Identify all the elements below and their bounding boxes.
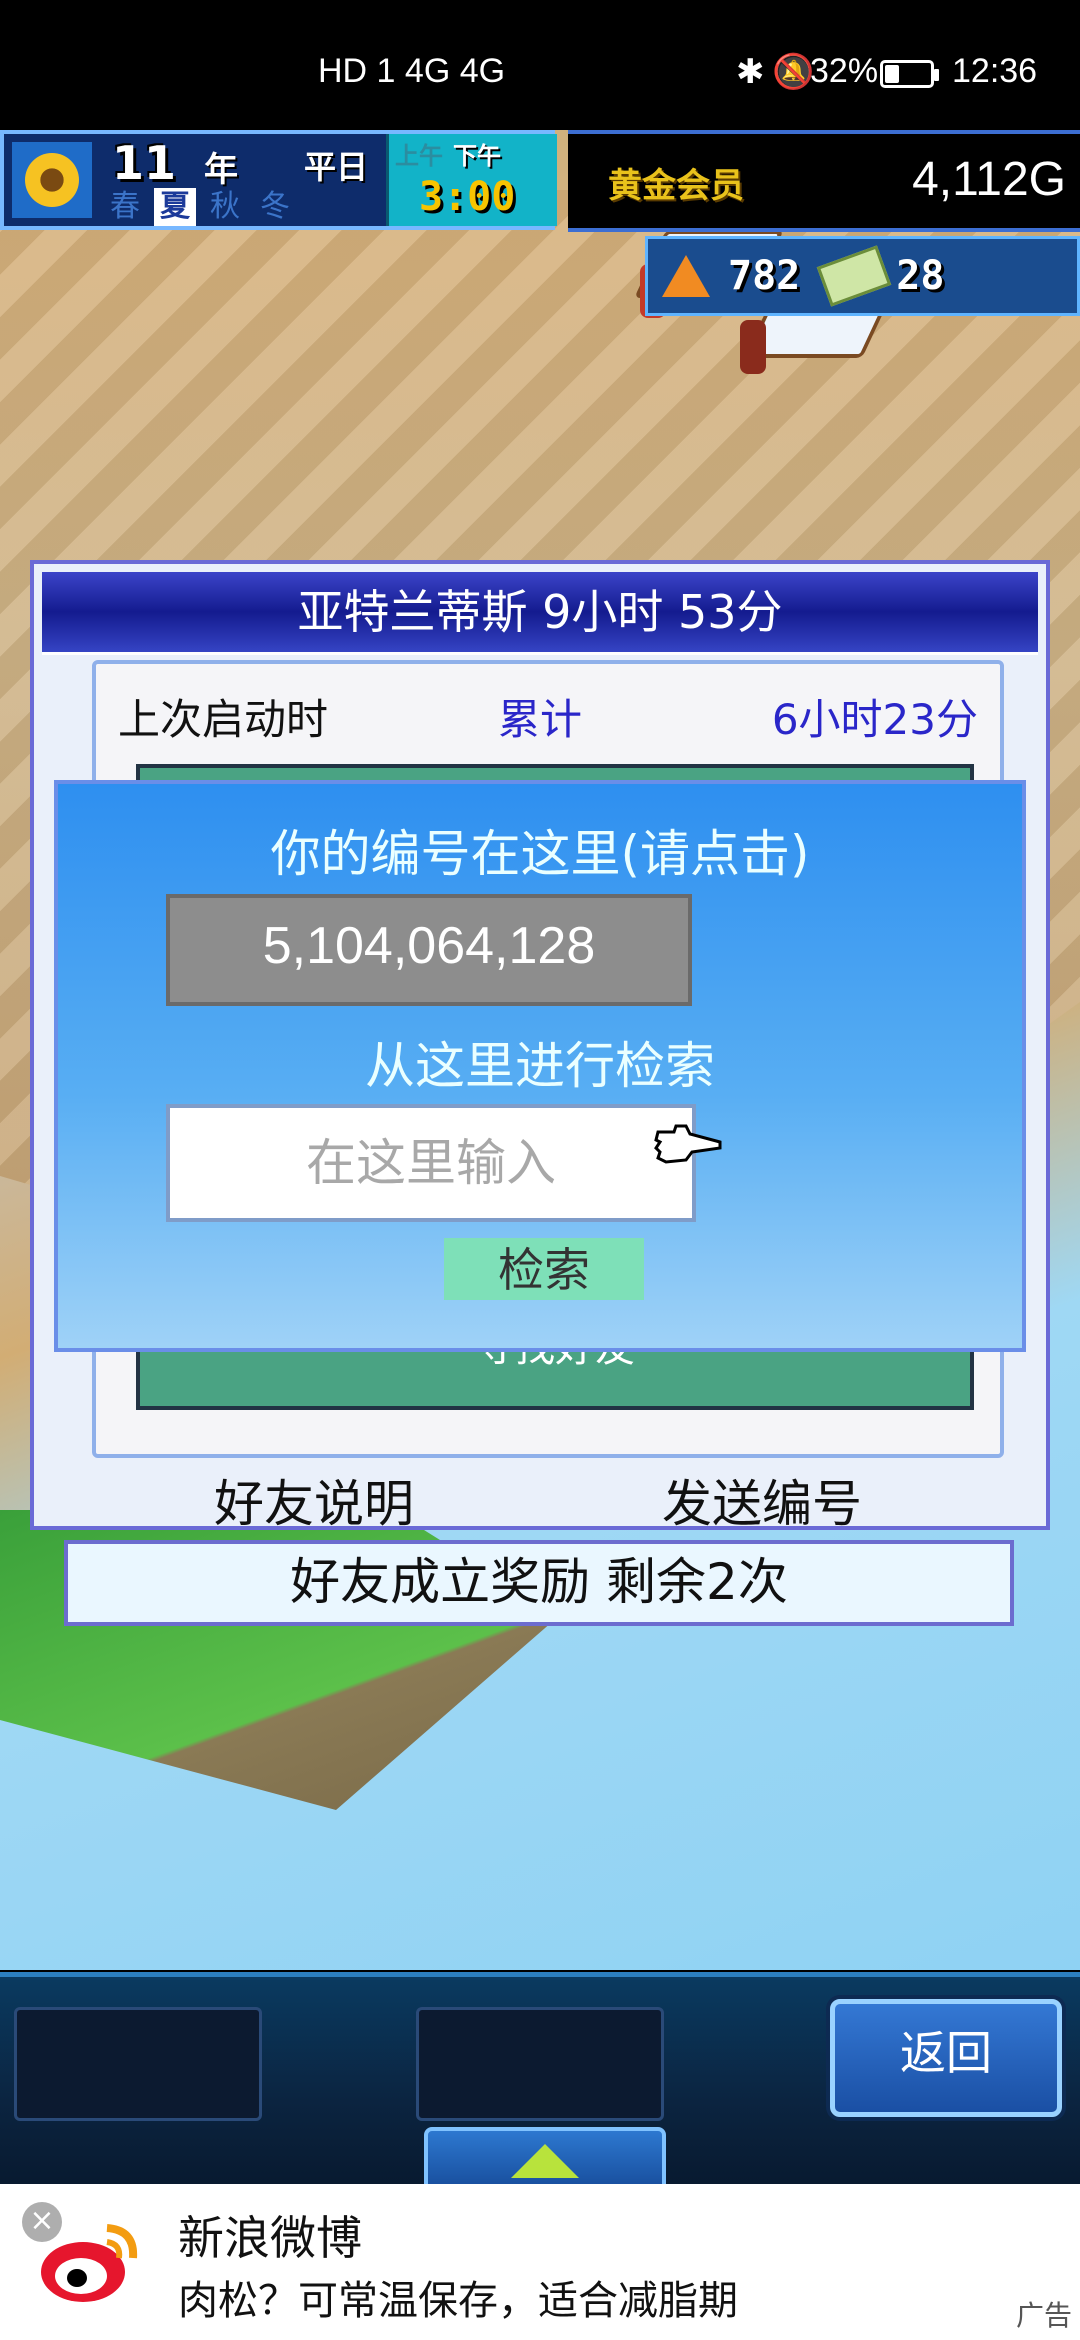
sunflower-icon (12, 142, 92, 218)
season-summer: 夏 (154, 188, 196, 226)
playtime-row: 上次启动时 累计 6小时23分 (118, 674, 978, 744)
battery-percent: 32% (810, 52, 879, 90)
season-list: 春 夏 秋 冬 (104, 188, 296, 226)
bottom-toolbar: 返回 (0, 1972, 1080, 2195)
ad-label: 广告 (1015, 2299, 1072, 2332)
menu-slot-1[interactable] (14, 2007, 262, 2121)
last-launch-label: 上次启动时 (118, 695, 329, 744)
mute-icon: 🔕 (772, 53, 815, 91)
year-unit: 年 (204, 150, 238, 190)
panel-title: 亚特兰蒂斯 9小时 53分 (42, 572, 1038, 655)
back-button[interactable]: 返回 (830, 1999, 1062, 2117)
ad-banner[interactable]: × 新浪微博 肉松？可常温保存，适合减脂期 广告 (0, 2184, 1080, 2340)
search-button[interactable]: 检索 (444, 1238, 644, 1300)
friend-help-button[interactable]: 好友说明 (214, 1464, 414, 1536)
ticket-icon (816, 244, 892, 308)
game-time: 3:00 (419, 174, 516, 220)
send-id-button[interactable]: 发送编号 (662, 1464, 862, 1536)
network-indicator: HD 1 4G 4G (318, 52, 506, 90)
search-heading: 从这里进行检索 (365, 1037, 715, 1095)
friend-id-input[interactable] (166, 1104, 696, 1222)
year-number: 11 (112, 136, 177, 190)
resource-bar: 782 28 (645, 236, 1080, 316)
friend-search-dialog: 你的编号在这里(请点击) 5,104,064,128 从这里进行检索 检索 (54, 780, 1026, 1352)
money-hud: 黄金会员 4,112G (568, 130, 1080, 232)
friend-reward-bar: 好友成立奖励 剩余2次 (64, 1540, 1014, 1626)
total-label: 累计 (498, 695, 583, 744)
weekday-label: 平日 (304, 148, 369, 186)
gold-member-badge[interactable]: 黄金会员 (608, 158, 744, 207)
money-amount: 4,112G (912, 153, 1066, 206)
season-winter: 冬 (260, 189, 290, 224)
player-id-box[interactable]: 5,104,064,128 (166, 894, 692, 1006)
date-hud: 11 年 平日 春 夏 秋 冬 上午 下午 3:00 (0, 130, 557, 230)
clock: 12:36 (952, 52, 1038, 90)
battery-level (885, 65, 899, 83)
guest-character[interactable] (740, 320, 766, 374)
menu-slot-2[interactable] (416, 2007, 664, 2121)
season-spring: 春 (110, 189, 140, 224)
ad-description: 肉松？可常温保存，适合减脂期 (178, 2278, 738, 2324)
total-value: 6小时23分 (771, 695, 978, 744)
am-label: 上午 (395, 142, 443, 170)
ticket-count: 28 (896, 253, 945, 299)
ad-title: 新浪微博 (178, 2211, 362, 2265)
pointing-hand-icon (654, 1124, 722, 1164)
status-bar: HD 1 4G 4G ✱ 🔕 32% 12:36 (0, 0, 1080, 130)
panel-footer: 好友说明 发送编号 (34, 1464, 1046, 1533)
research-points: 782 (728, 253, 801, 299)
battery-icon (880, 60, 939, 88)
bluetooth-icon: ✱ (736, 53, 765, 91)
season-autumn: 秋 (210, 189, 240, 224)
up-arrow-icon (511, 2144, 579, 2178)
flask-icon (654, 244, 718, 308)
pm-label: 下午 (453, 142, 501, 170)
ad-close-button[interactable]: × (22, 2202, 62, 2242)
id-heading: 你的编号在这里(请点击) (270, 825, 810, 883)
game-clock: 上午 下午 3:00 (386, 134, 557, 226)
